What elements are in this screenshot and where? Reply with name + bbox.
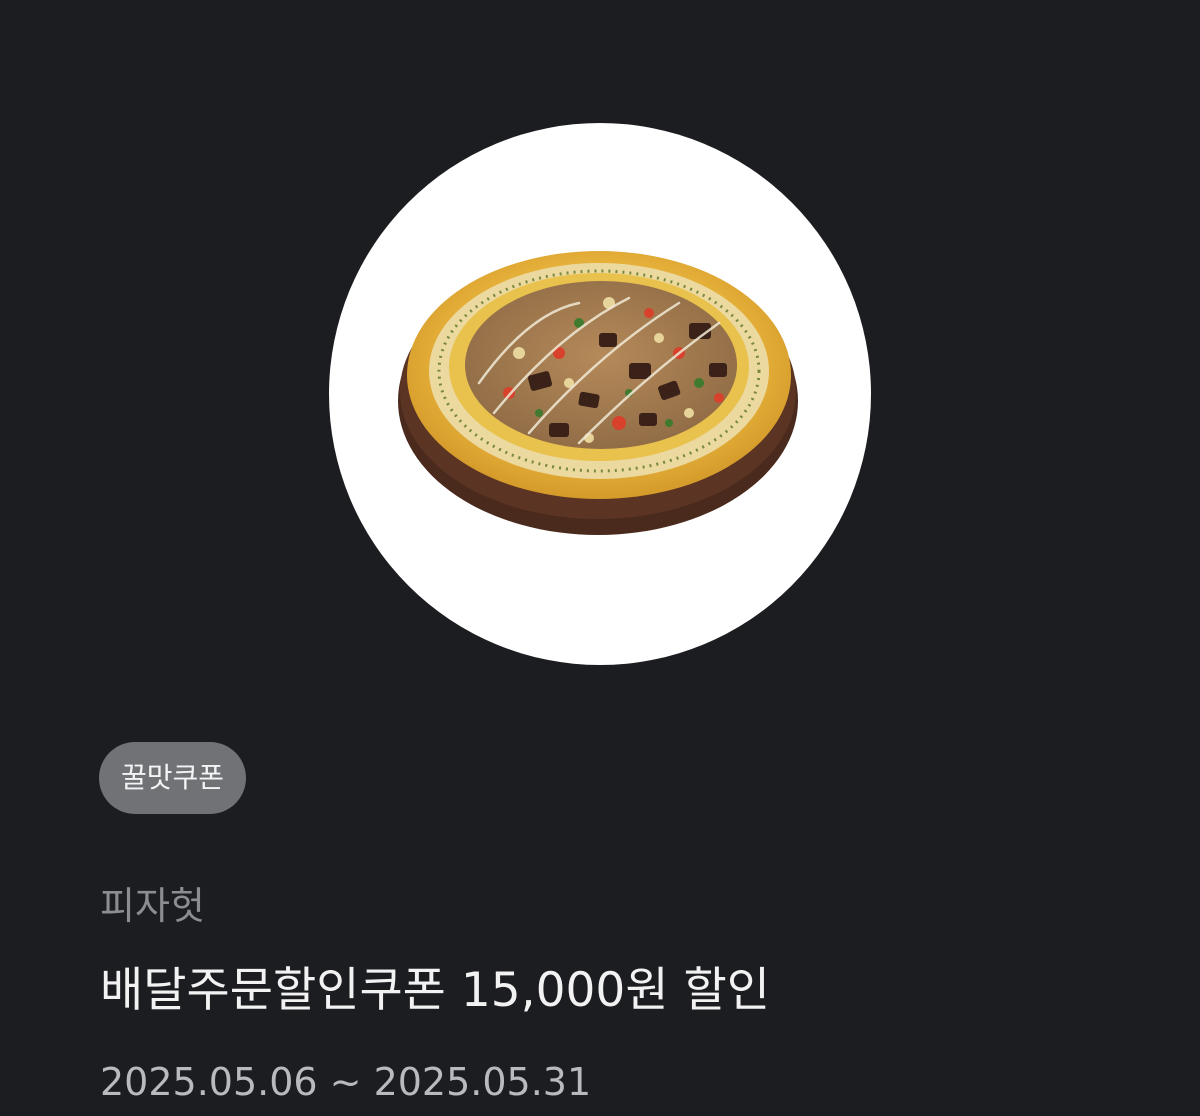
pizza-icon bbox=[398, 251, 798, 535]
coupon-category-badge: 꿀맛쿠폰 bbox=[99, 742, 247, 814]
coupon-detail-page: 꿀맛쿠폰 피자헛 배달주문할인쿠폰 15,000원 할인 2025.05.06 … bbox=[0, 0, 1200, 1116]
product-image bbox=[329, 123, 871, 665]
validity-period: 2025.05.06 ~ 2025.05.31 bbox=[100, 1060, 592, 1104]
coupon-title: 배달주문할인쿠폰 15,000원 할인 bbox=[100, 963, 770, 1018]
brand-name: 피자헛 bbox=[100, 884, 205, 928]
